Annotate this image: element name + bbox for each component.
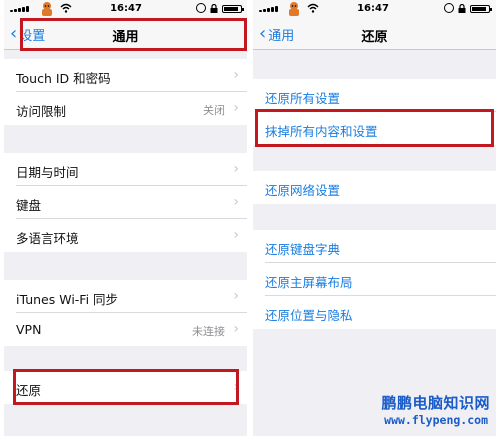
- row-reset-network[interactable]: 还原网络设置: [253, 171, 496, 204]
- row-value: 关闭: [203, 104, 225, 117]
- row-label: VPN: [16, 322, 42, 337]
- row-label: iTunes Wi-Fi 同步: [16, 292, 119, 307]
- row-label: 日期与时间: [16, 165, 79, 180]
- chevron-right-icon: ›: [233, 100, 239, 116]
- row-label: 访问限制: [16, 104, 67, 119]
- chevron-right-icon: ›: [233, 67, 239, 83]
- watermark-title: 鹏鹏电脑知识网: [381, 394, 490, 412]
- general-settings-screen: 16:47 ‹ 设置 通用 Touch ID 和密码 › 访问限制 关闭 › 日…: [4, 0, 247, 436]
- rotation-lock-icon: [458, 4, 466, 13]
- rotation-lock-icon: [210, 4, 218, 13]
- highlight-box-erase: [255, 109, 494, 147]
- alarm-icon: [444, 3, 454, 13]
- nav-bar: ‹ 通用 还原: [253, 18, 496, 50]
- chevron-right-icon: ›: [233, 321, 239, 337]
- row-itunes-wifi-sync[interactable]: iTunes Wi-Fi 同步 ›: [4, 280, 247, 313]
- status-bar: 16:47: [253, 0, 496, 18]
- row-label: 还原网络设置: [265, 183, 341, 198]
- row-label: 还原所有设置: [265, 91, 341, 106]
- highlight-box-nav: [20, 18, 247, 51]
- chevron-right-icon: ›: [233, 288, 239, 304]
- chevron-right-icon: ›: [233, 227, 239, 243]
- row-touch-id[interactable]: Touch ID 和密码 ›: [4, 59, 247, 92]
- chevron-right-icon: ›: [233, 161, 239, 177]
- wifi-icon: [307, 3, 319, 13]
- battery-icon: [470, 5, 492, 13]
- page-title: 还原: [361, 30, 388, 45]
- status-time: 16:47: [110, 3, 142, 14]
- watermark: 鹏鹏电脑知识网 www.flypeng.com: [352, 392, 490, 430]
- row-reset-location-privacy[interactable]: 还原位置与隐私: [253, 296, 496, 329]
- row-restrictions[interactable]: 访问限制 关闭 ›: [4, 92, 247, 125]
- row-keyboard[interactable]: 键盘 ›: [4, 186, 247, 219]
- reset-screen: 16:47 ‹ 通用 还原 还原所有设置 抹掉所有内容和设置 还原网络设置 还原…: [253, 0, 496, 436]
- mascot-icon: [289, 2, 299, 16]
- signal-icon: [10, 6, 32, 12]
- row-label: Touch ID 和密码: [16, 71, 111, 86]
- row-label: 还原键盘字典: [265, 242, 341, 257]
- row-value: 未连接: [192, 325, 225, 338]
- mascot-icon: [42, 2, 52, 16]
- status-time: 16:47: [357, 3, 389, 14]
- screenshot-frame: 16:47 ‹ 设置 通用 Touch ID 和密码 › 访问限制 关闭 › 日…: [0, 0, 500, 440]
- battery-icon: [222, 5, 244, 13]
- row-label: 还原主屏幕布局: [265, 275, 353, 290]
- highlight-box-reset: [13, 369, 239, 405]
- row-date-time[interactable]: 日期与时间 ›: [4, 153, 247, 186]
- row-reset-all-settings[interactable]: 还原所有设置: [253, 79, 496, 112]
- status-bar: 16:47: [4, 0, 247, 18]
- row-reset-home-layout[interactable]: 还原主屏幕布局: [253, 263, 496, 296]
- row-label: 还原位置与隐私: [265, 308, 353, 323]
- watermark-url: www.flypeng.com: [384, 413, 488, 427]
- row-vpn[interactable]: VPN 未连接 ›: [4, 313, 247, 346]
- row-language[interactable]: 多语言环境 ›: [4, 219, 247, 252]
- row-label: 多语言环境: [16, 231, 79, 246]
- chevron-right-icon: ›: [233, 194, 239, 210]
- alarm-icon: [196, 3, 206, 13]
- wifi-icon: [60, 3, 72, 13]
- row-label: 键盘: [16, 198, 42, 213]
- signal-icon: [259, 6, 281, 12]
- row-reset-keyboard-dictionary[interactable]: 还原键盘字典: [253, 230, 496, 263]
